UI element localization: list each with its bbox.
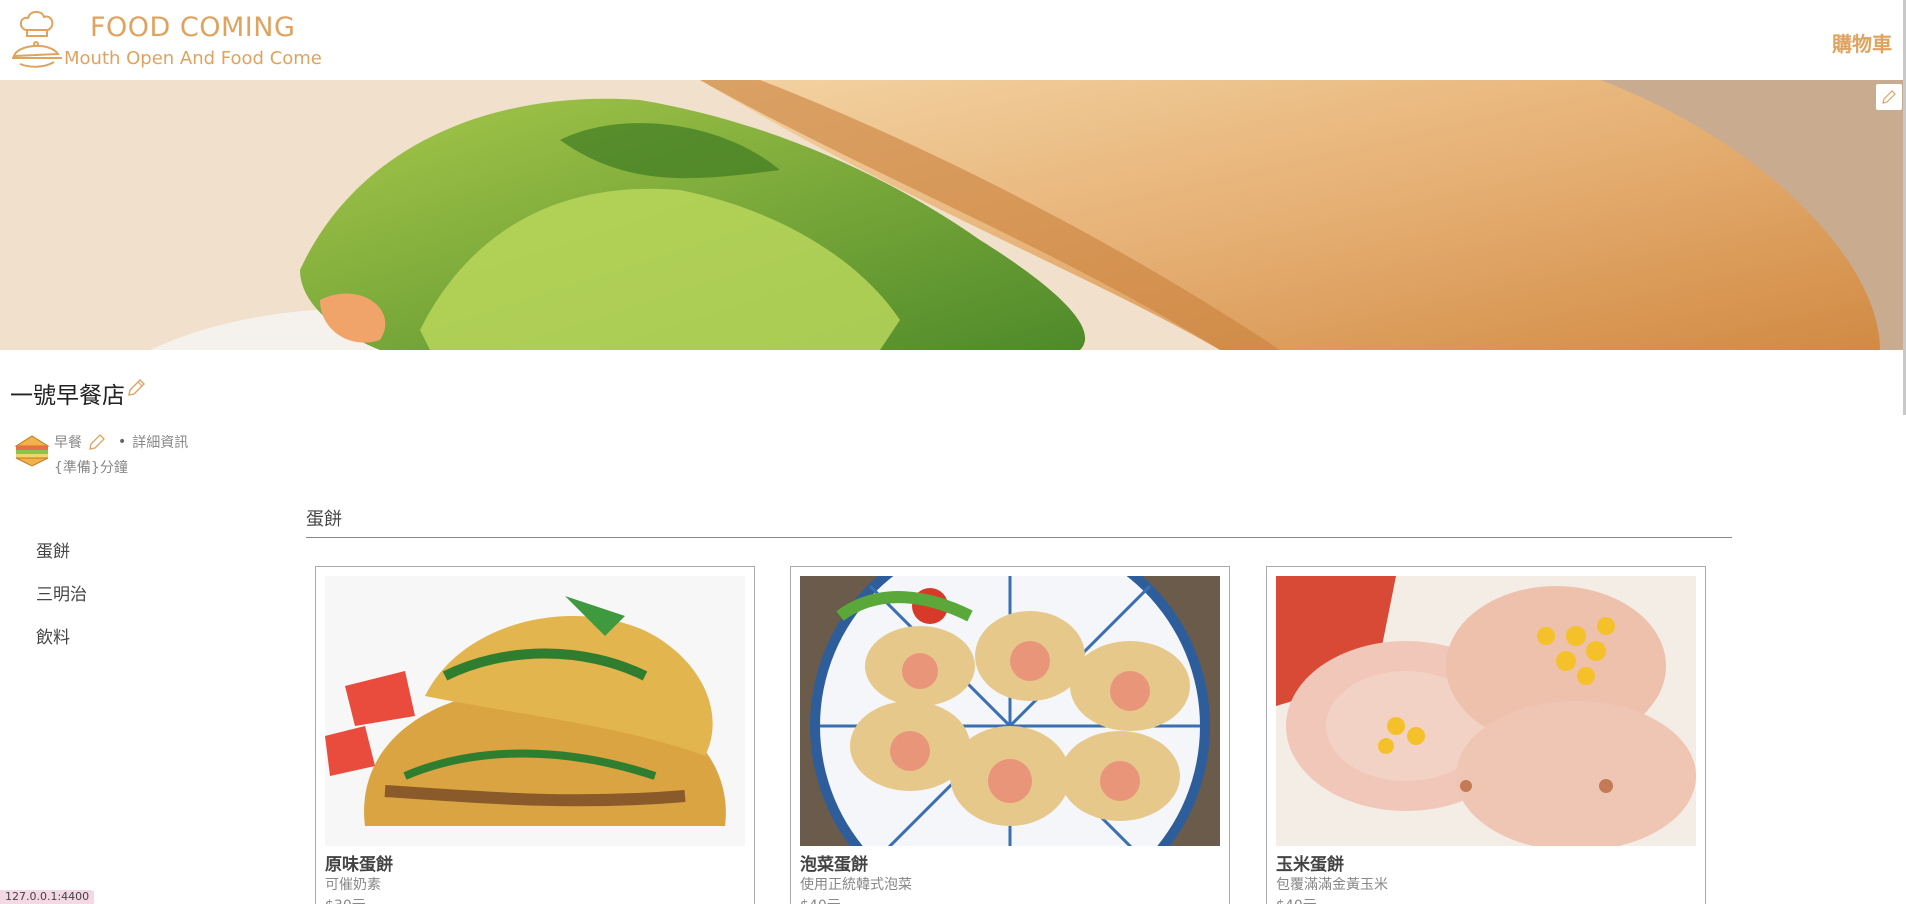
section-title: 蛋餅 — [306, 509, 342, 530]
product-image — [1276, 576, 1696, 846]
product-description: 使用正統韓式泡菜 — [800, 877, 912, 893]
store-banner-image — [0, 80, 1906, 350]
edit-category-icon[interactable] — [88, 433, 106, 451]
sidebar-item-drinks[interactable]: 飲料 — [36, 624, 87, 667]
store-category: 早餐 — [54, 435, 82, 451]
pencil-icon — [1882, 90, 1896, 104]
category-sidebar: 蛋餅 三明治 飲料 — [36, 538, 87, 667]
product-card[interactable]: 玉米蛋餅 包覆滿滿金黃玉米 $40元 — [1266, 566, 1706, 904]
sandwich-banner-illustration — [0, 80, 1906, 350]
header: FOOD COMING Mouth Open And Food Come 購物車 — [0, 0, 1906, 80]
status-url-bar: 127.0.0.1:4400 — [0, 890, 95, 904]
product-name: 玉米蛋餅 — [1276, 855, 1344, 875]
product-image — [800, 576, 1220, 846]
brand-subtitle: Mouth Open And Food Come — [64, 48, 322, 69]
edit-store-name-icon[interactable] — [126, 378, 146, 398]
product-description: 可催奶素 — [325, 877, 381, 893]
brand-title[interactable]: FOOD COMING — [90, 12, 295, 43]
cart-link[interactable]: 購物車 — [1832, 28, 1892, 57]
product-name: 原味蛋餅 — [325, 855, 393, 875]
detail-info-link[interactable]: 詳細資訊 — [132, 432, 188, 452]
prep-time: {準備}分鐘 — [54, 460, 128, 476]
edit-banner-button[interactable] — [1876, 84, 1902, 110]
sidebar-item-egg-pancake[interactable]: 蛋餅 — [36, 538, 87, 581]
product-price: $40元 — [800, 895, 841, 904]
product-name: 泡菜蛋餅 — [800, 855, 868, 875]
store-meta: 早餐 • 詳細資訊 — [54, 432, 188, 452]
sandwich-icon — [14, 435, 50, 467]
chef-logo-icon[interactable] — [10, 8, 66, 72]
product-description: 包覆滿滿金黃玉米 — [1276, 877, 1388, 893]
store-name: 一號早餐店 — [10, 383, 125, 409]
separator-dot: • — [118, 434, 127, 450]
product-card[interactable]: 原味蛋餅 可催奶素 $30元 — [315, 566, 755, 904]
product-price: $30元 — [325, 895, 366, 904]
product-card[interactable]: 泡菜蛋餅 使用正統韓式泡菜 $40元 — [790, 566, 1230, 904]
sidebar-item-sandwich[interactable]: 三明治 — [36, 581, 87, 624]
product-image — [325, 576, 745, 846]
section-divider — [306, 537, 1732, 538]
product-price: $40元 — [1276, 895, 1317, 904]
